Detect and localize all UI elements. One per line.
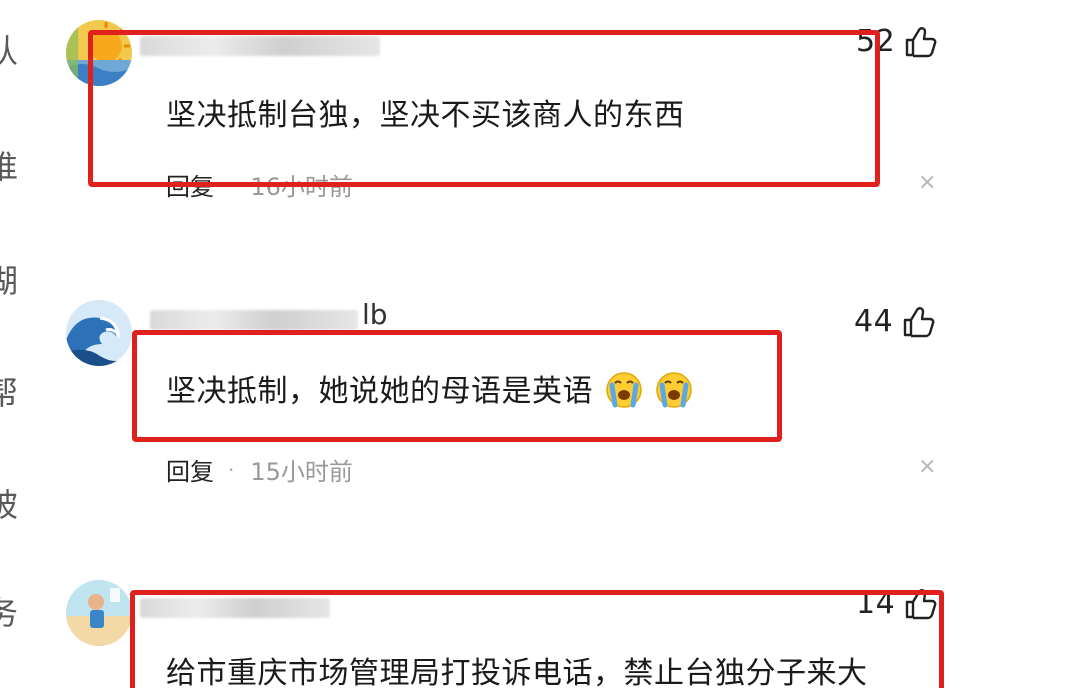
comment-item: 14 给市重庆市场管理局打投诉电话，禁止台独分子来大 (0, 0, 1080, 688)
username-blurred[interactable] (140, 598, 330, 618)
like-button[interactable]: 14 (856, 586, 937, 621)
comment-feed: 认 谁 湖 帮 被 务 52 坚决抵制台独，坚决不买该商人的东西 回复 · 16… (0, 0, 1080, 688)
comment-text: 给市重庆市场管理局打投诉电话，禁止台独分子来大 (166, 656, 868, 688)
thumbs-up-icon (905, 588, 937, 619)
avatar[interactable] (66, 580, 132, 646)
like-count: 14 (856, 586, 896, 621)
